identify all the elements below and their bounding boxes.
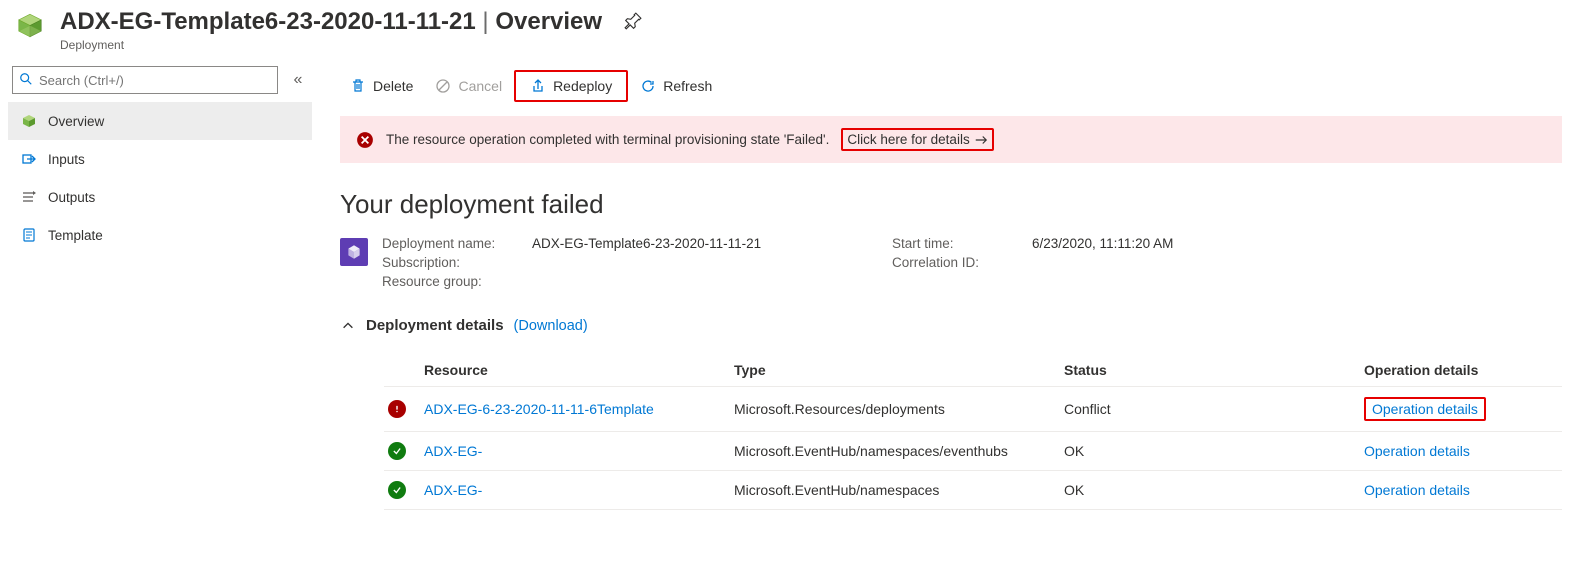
title-section: Overview (495, 8, 602, 35)
meta-corr-label: Correlation ID: (892, 255, 1032, 270)
type-cell: Microsoft.EventHub/namespaces/eventhubs (734, 443, 1064, 459)
col-op: Operation details (1364, 362, 1558, 378)
deployment-icon (12, 12, 48, 48)
arrow-right-icon (974, 133, 988, 147)
sidebar-item-label: Template (48, 228, 103, 243)
collapse-icon[interactable]: « (288, 71, 308, 89)
status-ok-icon (388, 481, 424, 499)
sidebar-item-label: Outputs (48, 190, 95, 205)
deployment-details-header: Deployment details (Download) (340, 317, 1562, 334)
delete-icon (350, 78, 366, 94)
meta-sub-label: Subscription: (382, 255, 532, 270)
sidebar-item-outputs[interactable]: Outputs (8, 178, 312, 216)
operation-details-cell: Operation details (1364, 443, 1558, 459)
cancel-icon (435, 78, 451, 94)
search-input[interactable] (39, 73, 271, 88)
resource-link[interactable]: ADX-EG- (424, 482, 734, 498)
pin-icon[interactable] (624, 12, 642, 33)
search-icon (19, 72, 33, 89)
delete-button[interactable]: Delete (340, 74, 423, 98)
meta-sub-value (532, 255, 892, 270)
page-title: ADX-EG-Template6-23-2020-11-11-21 | Over… (60, 8, 602, 36)
type-cell: Microsoft.Resources/deployments (734, 401, 1064, 417)
col-type: Type (734, 362, 1064, 378)
error-details-link[interactable]: Click here for details (847, 132, 987, 147)
meta-start-value: 6/23/2020, 11:11:20 AM (1032, 236, 1332, 251)
refresh-button[interactable]: Refresh (630, 74, 722, 98)
outputs-icon (20, 189, 38, 205)
error-message: The resource operation completed with te… (386, 132, 829, 147)
status-cell: Conflict (1064, 401, 1364, 417)
download-link[interactable]: (Download) (514, 318, 588, 334)
overview-icon (20, 113, 38, 129)
sidebar-item-inputs[interactable]: Inputs (8, 140, 312, 178)
error-banner: The resource operation completed with te… (340, 116, 1562, 163)
meta-rg-value (532, 274, 892, 289)
page-header: ADX-EG-Template6-23-2020-11-11-21 | Over… (0, 0, 1586, 58)
sidebar-item-template[interactable]: Template (8, 216, 312, 254)
meta-depname-value: ADX-EG-Template6-23-2020-11-11-21 (532, 236, 892, 251)
deployment-details-table: Resource Type Status Operation details A… (384, 354, 1562, 510)
refresh-icon (640, 78, 656, 94)
type-cell: Microsoft.EventHub/namespaces (734, 482, 1064, 498)
cube-icon (340, 238, 368, 266)
sidebar: « Overview Inputs Outputs Template (0, 58, 312, 510)
meta-start-label: Start time: (892, 236, 1032, 251)
page-subtitle: Deployment (60, 38, 1574, 52)
inputs-icon (20, 151, 38, 167)
sidebar-item-label: Inputs (48, 152, 85, 167)
resource-link[interactable]: ADX-EG-6-23-2020-11-11-6Template (424, 401, 734, 417)
toolbar: Delete Cancel Redeploy (340, 66, 1562, 106)
table-header: Resource Type Status Operation details (384, 354, 1562, 387)
operation-details-link[interactable]: Operation details (1364, 482, 1470, 498)
table-row: ADX-EG-Microsoft.EventHub/namespacesOKOp… (384, 471, 1562, 510)
chevron-up-icon[interactable] (340, 318, 356, 334)
meta-rg-label: Resource group: (382, 274, 532, 289)
table-row: ADX-EG-6-23-2020-11-11-6TemplateMicrosof… (384, 387, 1562, 432)
status-error-icon (388, 400, 424, 418)
title-name: ADX-EG-Template6-23-2020-11-11-21 (60, 8, 476, 35)
status-ok-icon (388, 442, 424, 460)
deployment-meta: Deployment name: ADX-EG-Template6-23-202… (340, 236, 1562, 289)
sidebar-item-label: Overview (48, 114, 104, 129)
table-row: ADX-EG-Microsoft.EventHub/namespaces/eve… (384, 432, 1562, 471)
redeploy-button[interactable]: Redeploy (520, 74, 622, 98)
meta-corr-value (1032, 255, 1332, 270)
main-content: Delete Cancel Redeploy (312, 58, 1586, 510)
search-input-wrapper (12, 66, 278, 94)
status-cell: OK (1064, 482, 1364, 498)
error-icon (356, 131, 374, 149)
redeploy-icon (530, 78, 546, 94)
status-cell: OK (1064, 443, 1364, 459)
sidebar-item-overview[interactable]: Overview (8, 102, 312, 140)
section-title: Deployment details (366, 317, 504, 334)
operation-details-link[interactable]: Operation details (1364, 397, 1486, 421)
deployment-status-heading: Your deployment failed (340, 189, 1562, 220)
template-icon (20, 227, 38, 243)
operation-details-cell: Operation details (1364, 482, 1558, 498)
col-status: Status (1064, 362, 1364, 378)
cancel-button: Cancel (425, 74, 512, 98)
col-resource: Resource (424, 362, 734, 378)
meta-depname-label: Deployment name: (382, 236, 532, 251)
operation-details-cell: Operation details (1364, 397, 1558, 421)
resource-link[interactable]: ADX-EG- (424, 443, 734, 459)
operation-details-link[interactable]: Operation details (1364, 443, 1470, 459)
